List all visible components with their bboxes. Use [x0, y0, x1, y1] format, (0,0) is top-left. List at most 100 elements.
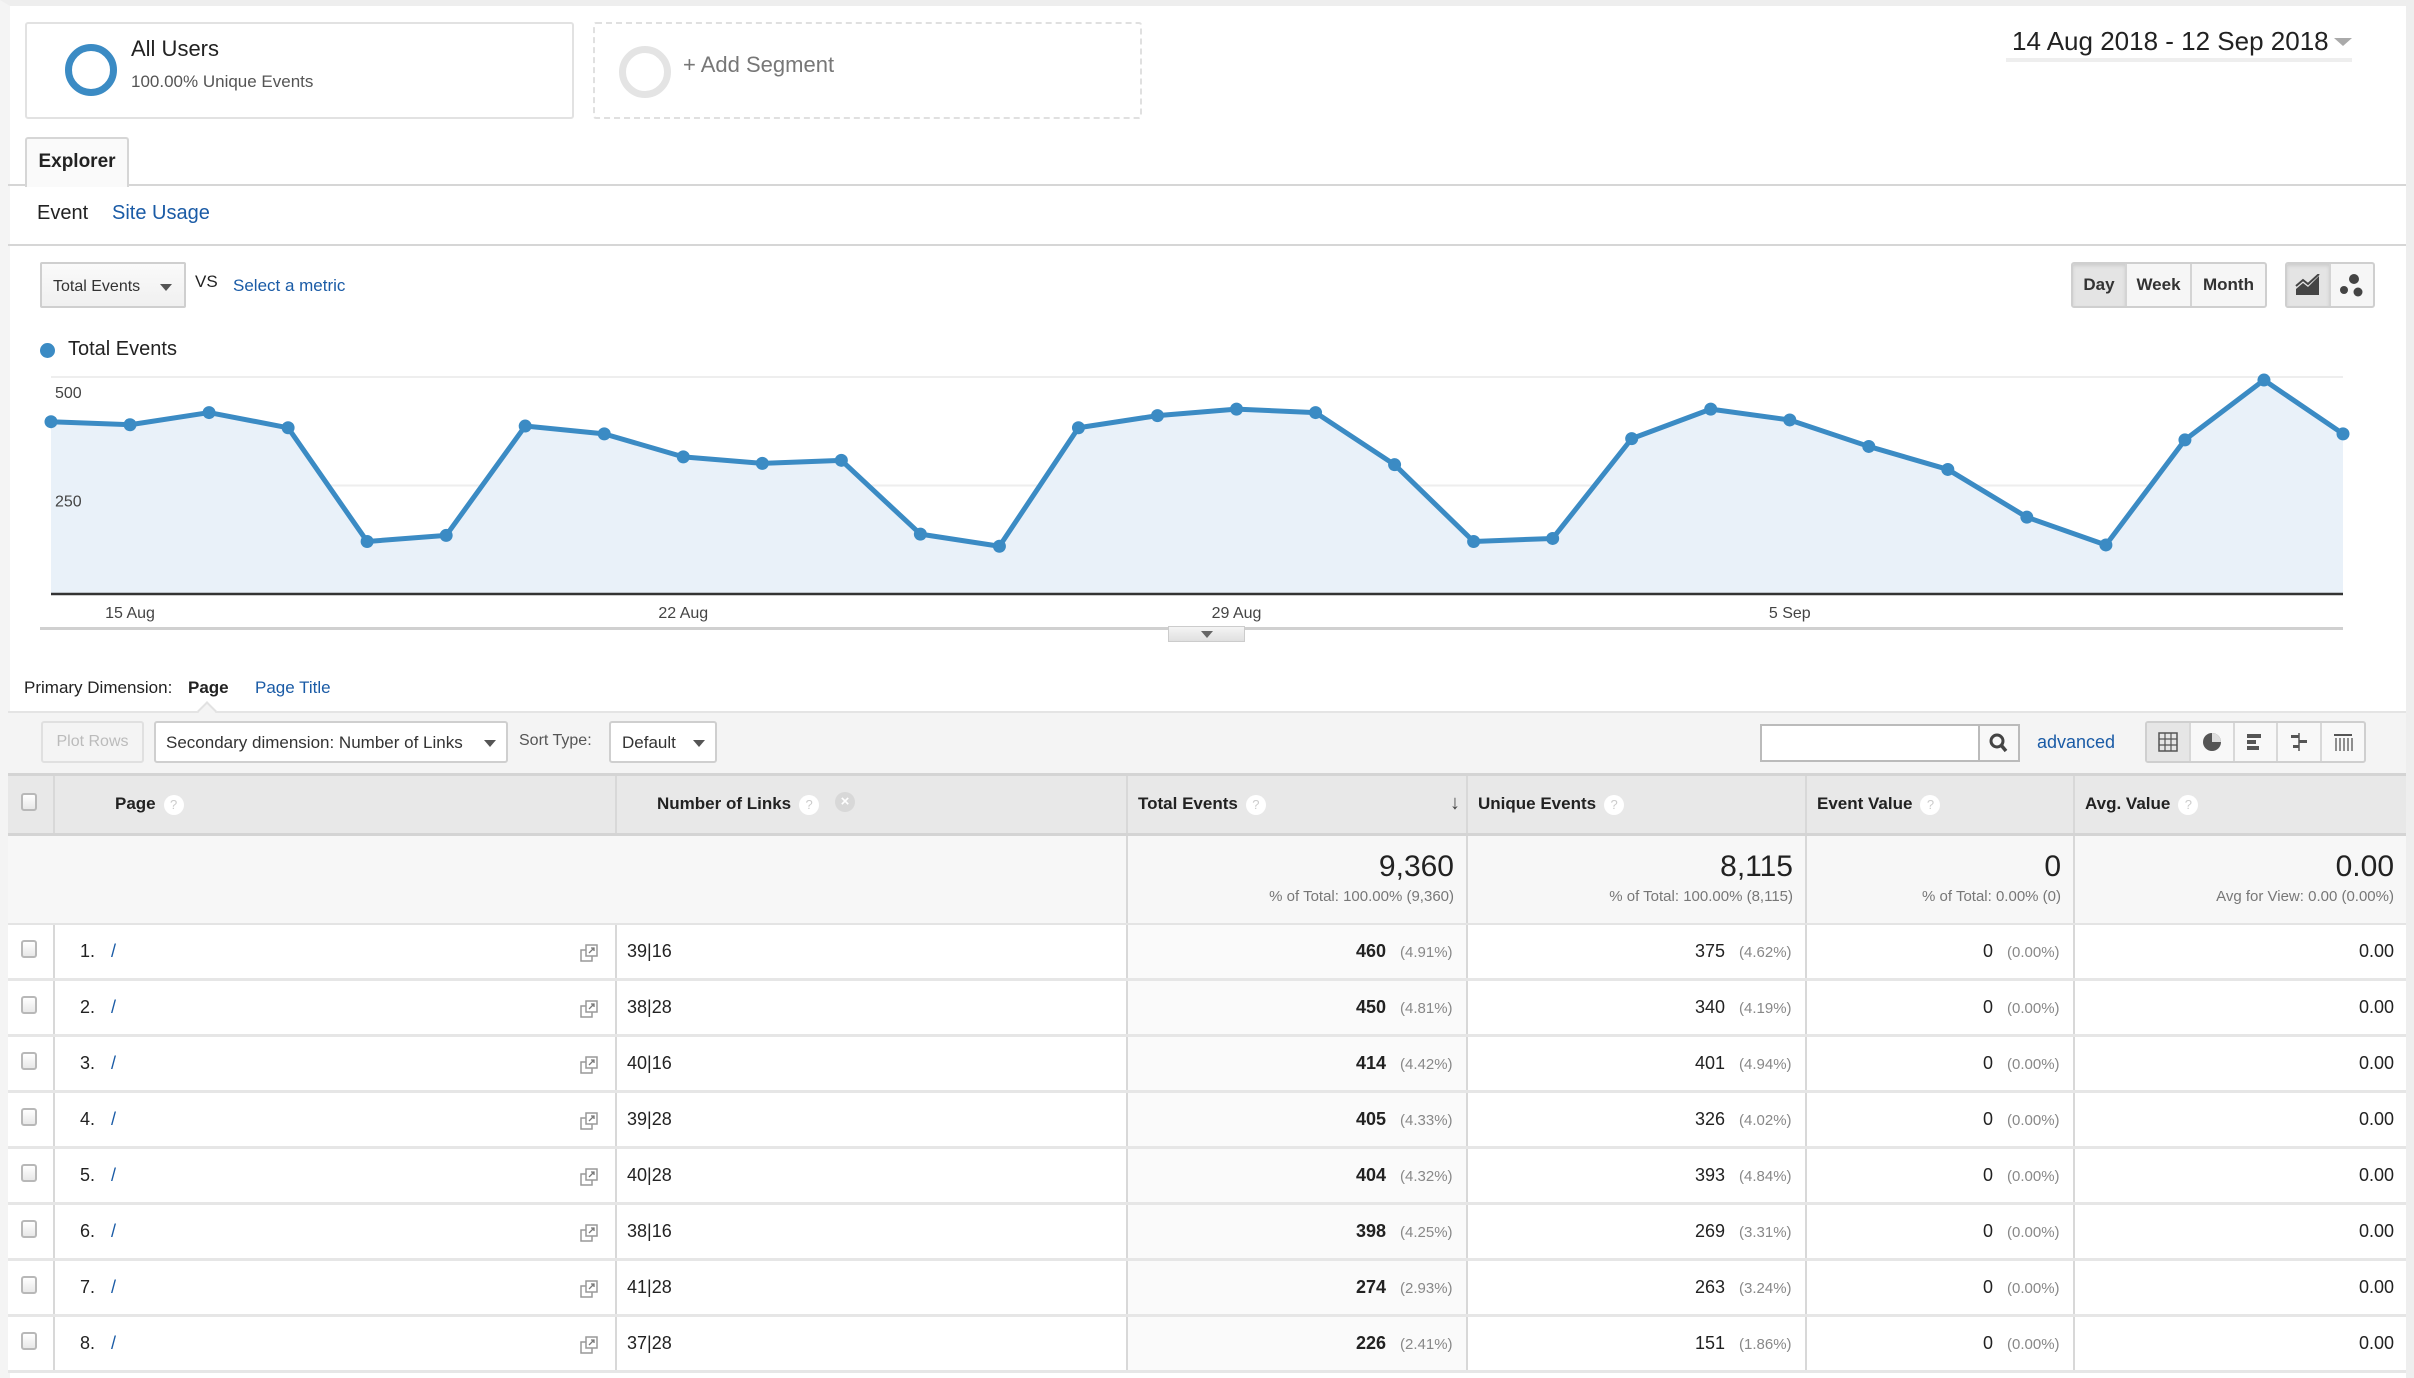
row-checkbox[interactable]	[21, 1108, 37, 1126]
help-icon[interactable]: ?	[163, 794, 184, 815]
chart-collapse-handle[interactable]	[1168, 626, 1245, 642]
x-tick-label: 5 Sep	[1769, 605, 1811, 622]
bar-chart-icon	[2247, 734, 2262, 750]
legend-label[interactable]: Total Events	[68, 338, 177, 361]
header-links-label: Number of Links	[657, 794, 792, 814]
day-button[interactable]: Day	[2073, 264, 2127, 306]
page-link[interactable]: /	[111, 1277, 116, 1297]
line-chart-button[interactable]	[2287, 264, 2331, 306]
data-point	[1230, 402, 1244, 416]
unique-events-value: 393	[1694, 1165, 1725, 1185]
tab-divider	[8, 184, 2406, 186]
select-metric-link[interactable]: Select a metric	[233, 276, 345, 296]
header-unique-events[interactable]: Unique Events?	[1467, 773, 1807, 836]
help-icon[interactable]: ?	[1920, 794, 1941, 815]
advanced-filter-link[interactable]: advanced	[2037, 732, 2115, 753]
row-rank: 2.	[79, 997, 95, 1017]
row-select-cell	[8, 1259, 55, 1317]
page-link[interactable]: /	[111, 1333, 116, 1353]
remove-secondary-dimension-icon[interactable]: ×	[835, 792, 855, 812]
pie-view-button[interactable]	[2191, 723, 2235, 761]
unique-events-pct: (4.02%)	[1739, 1112, 1792, 1129]
row-checkbox[interactable]	[21, 1164, 37, 1182]
empty-segment-ring-icon	[619, 46, 671, 98]
page-link[interactable]: /	[111, 941, 116, 961]
table-search-input[interactable]	[1760, 724, 1978, 762]
help-icon[interactable]: ?	[1245, 794, 1266, 815]
sort-type-dropdown[interactable]: Default	[609, 721, 717, 763]
subtab-event[interactable]: Event	[37, 202, 88, 225]
page-cell: 1. /	[54, 923, 617, 981]
external-link-icon[interactable]	[579, 1167, 599, 1187]
pivot-view-button[interactable]	[2322, 723, 2364, 761]
data-point	[360, 534, 374, 548]
data-point	[913, 527, 927, 541]
page-cell: 7. /	[54, 1259, 617, 1317]
total-events-pct: (2.41%)	[1400, 1336, 1453, 1353]
secondary-dimension-dropdown[interactable]: Secondary dimension: Number of Links	[154, 721, 508, 763]
month-button[interactable]: Month	[2192, 264, 2265, 306]
primary-dimension-page[interactable]: Page	[188, 678, 229, 698]
header-total-events[interactable]: Total Events? ↓	[1127, 773, 1468, 836]
row-checkbox[interactable]	[21, 1276, 37, 1294]
external-link-icon[interactable]	[579, 999, 599, 1019]
tab-explorer[interactable]: Explorer	[25, 137, 129, 187]
row-checkbox[interactable]	[21, 1052, 37, 1070]
event-value-pct: (0.00%)	[2007, 1056, 2060, 1073]
page-link[interactable]: /	[111, 1165, 116, 1185]
page-link[interactable]: /	[111, 1053, 116, 1073]
plot-rows-button[interactable]: Plot Rows	[41, 721, 144, 763]
week-button[interactable]: Week	[2127, 264, 2192, 306]
header-event-value[interactable]: Event Value?	[1806, 773, 2075, 836]
legend-dot-total-events	[40, 343, 55, 358]
unique-events-pct: (1.86%)	[1739, 1336, 1792, 1353]
event-value-cell: 0 (0.00%)	[1806, 1259, 2075, 1317]
row-checkbox[interactable]	[21, 1220, 37, 1238]
data-view-button[interactable]	[2147, 723, 2191, 761]
date-range-picker[interactable]: 14 Aug 2018 - 12 Sep 2018	[2006, 22, 2352, 62]
add-segment-button[interactable]: + Add Segment	[593, 22, 1142, 119]
comparison-view-button[interactable]	[2278, 723, 2323, 761]
chevron-down-icon	[1201, 631, 1213, 638]
data-point	[44, 415, 58, 429]
external-link-icon[interactable]	[579, 1111, 599, 1131]
links-cell: 39|28	[616, 1091, 1128, 1149]
table-row: 5. / 40|28 404 (4.32%) 393 (4.84%) 0 (0.00%) 0.00	[8, 1147, 2406, 1205]
unique-events-cell: 401 (4.94%)	[1467, 1035, 1807, 1093]
search-button[interactable]	[1978, 724, 2020, 762]
page-link[interactable]: /	[111, 1109, 116, 1129]
header-page[interactable]: Page?	[54, 773, 617, 836]
external-link-icon[interactable]	[579, 1335, 599, 1355]
performance-view-button[interactable]	[2235, 723, 2279, 761]
totals-value: 9,360	[1378, 850, 1454, 883]
totals-empty	[8, 834, 54, 925]
external-link-icon[interactable]	[579, 943, 599, 963]
motion-chart-button[interactable]	[2331, 264, 2373, 306]
event-value-value: 0	[1982, 1333, 1993, 1353]
metric-dropdown[interactable]: Total Events	[40, 262, 186, 308]
totals-sub: % of Total: 100.00% (9,360)	[1269, 888, 1454, 905]
page-link[interactable]: /	[111, 997, 116, 1017]
row-checkbox[interactable]	[21, 1332, 37, 1350]
external-link-icon[interactable]	[579, 1223, 599, 1243]
help-icon[interactable]: ?	[799, 794, 820, 815]
row-select-cell	[8, 923, 55, 981]
data-point	[1862, 439, 1876, 453]
row-checkbox[interactable]	[21, 996, 37, 1014]
header-avg-value[interactable]: Avg. Value?	[2074, 773, 2406, 836]
subtab-site-usage[interactable]: Site Usage	[112, 202, 210, 225]
external-link-icon[interactable]	[579, 1055, 599, 1075]
header-number-of-links[interactable]: Number of Links? ×	[616, 773, 1128, 836]
row-rank: 8.	[79, 1333, 95, 1353]
help-icon[interactable]: ?	[2178, 794, 2199, 815]
row-checkbox[interactable]	[21, 939, 37, 958]
data-point	[2336, 427, 2350, 441]
external-link-icon[interactable]	[579, 1279, 599, 1299]
primary-dimension-page-title[interactable]: Page Title	[255, 678, 331, 698]
totals-sub: Avg for View: 0.00 (0.00%)	[2216, 888, 2394, 905]
page-link[interactable]: /	[111, 1221, 116, 1241]
select-all-checkbox[interactable]	[21, 793, 37, 811]
totals-value: 0.00	[2335, 850, 2394, 883]
help-icon[interactable]: ?	[1604, 794, 1625, 815]
segment-all-users[interactable]: All Users 100.00% Unique Events	[25, 22, 574, 119]
